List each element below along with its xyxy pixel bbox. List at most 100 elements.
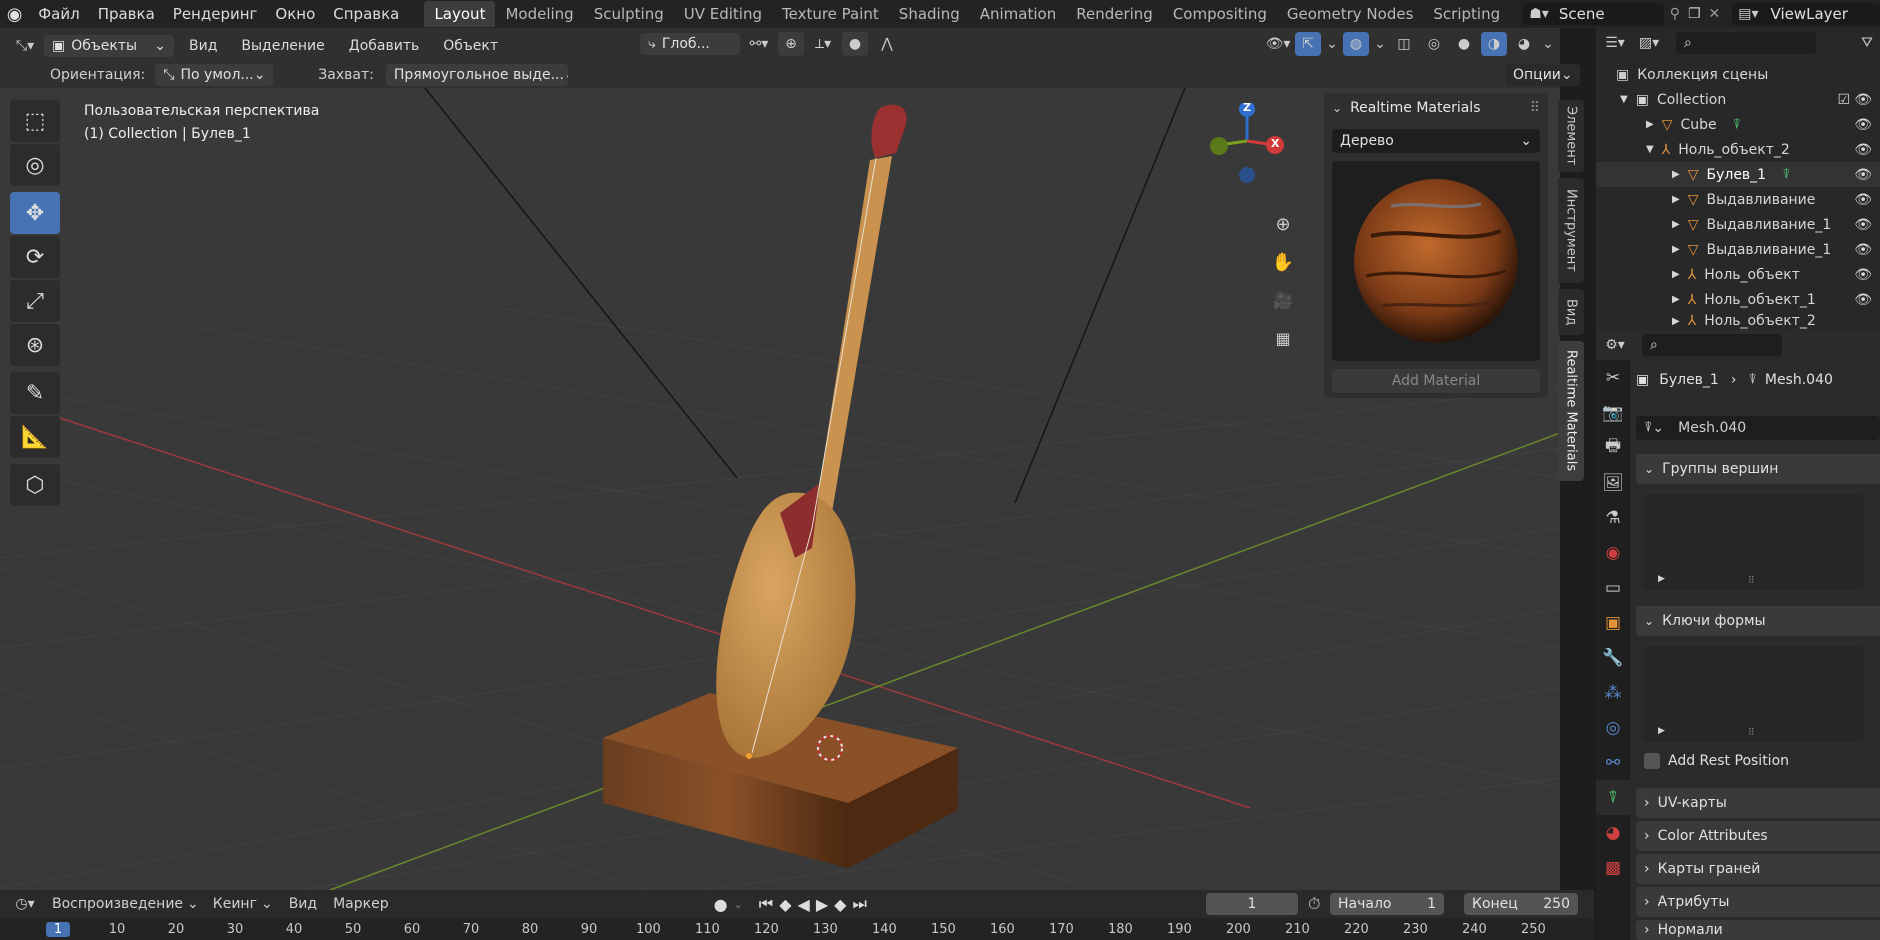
- normals-header[interactable]: › Нормали: [1636, 920, 1880, 940]
- start-frame-field[interactable]: Начало 1: [1330, 893, 1444, 915]
- tab-compositing[interactable]: Compositing: [1163, 1, 1277, 27]
- physics-tab-icon[interactable]: ◎: [1596, 710, 1630, 745]
- shape-keys-list[interactable]: ▶ ⠿: [1644, 646, 1864, 742]
- tree-row-boolean-1[interactable]: ▶ ▽ Булев_1 ⍒ 👁: [1596, 162, 1880, 187]
- tree-row-empty-2[interactable]: ▼ ⅄ Ноль_объект_2 👁: [1596, 137, 1880, 162]
- tree-row-empty-1[interactable]: ▶ ⅄ Ноль_объект_1 👁: [1596, 287, 1880, 312]
- uv-maps-header[interactable]: › UV-карты: [1636, 788, 1880, 818]
- breadcrumb-mesh[interactable]: Mesh.040: [1765, 372, 1833, 388]
- transform-orientation-selector[interactable]: ⤷ Глоб...: [640, 33, 740, 55]
- eye-icon[interactable]: 👁: [1854, 217, 1872, 233]
- eye-icon[interactable]: 👁: [1854, 167, 1872, 183]
- expand-arrow-icon[interactable]: ▶: [1672, 219, 1680, 230]
- material-shading-icon[interactable]: ◑: [1481, 32, 1507, 56]
- chevron-down-icon[interactable]: ⌄: [734, 898, 743, 911]
- tab-shading[interactable]: Shading: [889, 1, 970, 27]
- menu-object[interactable]: Объект: [434, 32, 507, 60]
- xray-icon[interactable]: ◫: [1391, 32, 1417, 56]
- rendered-shading-icon[interactable]: ◕: [1511, 32, 1537, 56]
- tab-layout[interactable]: Layout: [424, 1, 496, 27]
- display-mode-icon[interactable]: ▨▾: [1636, 31, 1662, 55]
- tab-geometry-nodes[interactable]: Geometry Nodes: [1277, 1, 1424, 27]
- expand-arrow-icon[interactable]: ▼: [1646, 144, 1654, 155]
- vertex-groups-list[interactable]: ▶ ⠿: [1644, 494, 1864, 590]
- vertex-groups-header[interactable]: ⌄ Группы вершин: [1636, 454, 1880, 484]
- eye-icon[interactable]: 👁: [1854, 92, 1872, 108]
- expand-arrow-icon[interactable]: ▶: [1658, 726, 1665, 736]
- expand-arrow-icon[interactable]: ▶: [1658, 574, 1665, 584]
- tree-row-collection[interactable]: ▼ ▣ Collection ☑ 👁: [1596, 87, 1880, 112]
- move-tool[interactable]: ✥: [10, 192, 60, 234]
- tree-row-cube[interactable]: ▶ ▽ Cube ⍒ 👁: [1596, 112, 1880, 137]
- tree-row-extrude-1[interactable]: ▶ ▽ Выдавливание_1 👁: [1596, 212, 1880, 237]
- jump-start-icon[interactable]: ⏮: [759, 894, 773, 914]
- tab-view[interactable]: Вид: [1558, 289, 1584, 335]
- filter-icon[interactable]: ⛛: [1854, 31, 1880, 55]
- playback-menu[interactable]: Воспроизведение ⌄: [52, 896, 199, 912]
- pivot-icon[interactable]: ⚯▾: [746, 32, 772, 56]
- tab-texture-paint[interactable]: Texture Paint: [772, 1, 889, 27]
- scene-tab-icon[interactable]: ⚗: [1596, 500, 1630, 535]
- copy-scene-icon[interactable]: ❐: [1688, 6, 1701, 22]
- expand-arrow-icon[interactable]: ▶: [1672, 316, 1680, 327]
- keying-menu[interactable]: Кеинг ⌄: [213, 896, 273, 912]
- current-frame-field[interactable]: 1: [1206, 893, 1298, 915]
- data-tab-icon[interactable]: ⍒: [1596, 780, 1630, 815]
- particles-tab-icon[interactable]: ⁂: [1596, 675, 1630, 710]
- menu-file[interactable]: Файл: [29, 0, 88, 28]
- tab-tool[interactable]: Инструмент: [1558, 178, 1584, 283]
- view-layer-tab-icon[interactable]: 🖼: [1596, 465, 1630, 500]
- gizmo-dropdown-icon[interactable]: ⌄: [1325, 32, 1339, 56]
- tab-item[interactable]: Элемент: [1558, 100, 1584, 172]
- menu-render[interactable]: Рендеринг: [164, 0, 267, 28]
- pan-hand-icon[interactable]: ✋: [1267, 246, 1299, 278]
- category-selector[interactable]: Дерево ⌄: [1332, 129, 1540, 153]
- shape-keys-header[interactable]: ⌄ Ключи формы: [1636, 606, 1880, 636]
- overlays-dropdown-icon[interactable]: ⌄: [1373, 32, 1387, 56]
- material-preview[interactable]: [1332, 161, 1540, 361]
- outliner-search[interactable]: ⌕: [1676, 32, 1816, 54]
- expand-arrow-icon[interactable]: ▶: [1672, 194, 1680, 205]
- measure-tool[interactable]: 📐: [10, 416, 60, 458]
- stopwatch-icon[interactable]: ⏱: [1308, 894, 1320, 914]
- snap-icon[interactable]: ⊕: [778, 32, 804, 56]
- end-frame-field[interactable]: Конец 250: [1464, 893, 1578, 915]
- scale-tool[interactable]: ⤢: [10, 280, 60, 322]
- resize-handle-icon[interactable]: ⠿: [1748, 728, 1755, 738]
- expand-arrow-icon[interactable]: ▶: [1672, 294, 1680, 305]
- wireframe-shading-icon[interactable]: ◎: [1421, 32, 1447, 56]
- prev-keyframe-icon[interactable]: ◆: [779, 895, 791, 914]
- texture-tab-icon[interactable]: ▩: [1596, 850, 1630, 885]
- falloff-icon[interactable]: ⋀: [874, 32, 900, 56]
- mesh-datablock[interactable]: ⍒⌄ Mesh.040: [1636, 416, 1880, 440]
- breadcrumb-object[interactable]: Булев_1: [1659, 372, 1719, 388]
- output-tab-icon[interactable]: 🖶: [1596, 430, 1630, 465]
- proportional-edit-icon[interactable]: ●: [842, 32, 868, 56]
- resize-handle-icon[interactable]: ⠿: [1748, 576, 1755, 586]
- material-tab-icon[interactable]: ◕: [1596, 815, 1630, 850]
- marker-menu[interactable]: Маркер: [333, 896, 389, 912]
- tree-row-extrude-1b[interactable]: ▶ ▽ Выдавливание_1 👁: [1596, 237, 1880, 262]
- properties-search[interactable]: ⌕: [1642, 334, 1782, 356]
- record-icon[interactable]: ●: [714, 895, 728, 914]
- visibility-icon[interactable]: 👁▾: [1265, 32, 1291, 56]
- expand-arrow-icon[interactable]: ▼: [1620, 94, 1628, 105]
- viewlayer-selector[interactable]: ▤▾ ViewLayer: [1732, 3, 1880, 25]
- jump-end-icon[interactable]: ⏭: [852, 894, 866, 914]
- tab-animation[interactable]: Animation: [970, 1, 1066, 27]
- menu-help[interactable]: Справка: [324, 0, 408, 28]
- drag-handle-icon[interactable]: ⠿: [1530, 100, 1540, 116]
- tree-row-scene-collection[interactable]: ▣ Коллекция сцены: [1596, 62, 1880, 87]
- eye-icon[interactable]: 👁: [1854, 267, 1872, 283]
- options-button[interactable]: Опции ⌄: [1505, 64, 1580, 86]
- transform-tool[interactable]: ⊛: [10, 324, 60, 366]
- select-box-tool[interactable]: ⬚: [10, 100, 60, 142]
- mode-selector[interactable]: ▣ Объекты ⌄: [44, 35, 174, 57]
- tab-scripting[interactable]: Scripting: [1423, 1, 1510, 27]
- timeline-editor-icon[interactable]: ◷▾: [12, 892, 38, 916]
- expand-arrow-icon[interactable]: ▶: [1646, 119, 1654, 130]
- checkbox-icon[interactable]: ☑: [1837, 92, 1850, 108]
- tree-row-extrude[interactable]: ▶ ▽ Выдавливание 👁: [1596, 187, 1880, 212]
- add-material-button[interactable]: Add Material: [1332, 369, 1540, 393]
- scene-selector[interactable]: ☗▾ Scene: [1523, 3, 1664, 25]
